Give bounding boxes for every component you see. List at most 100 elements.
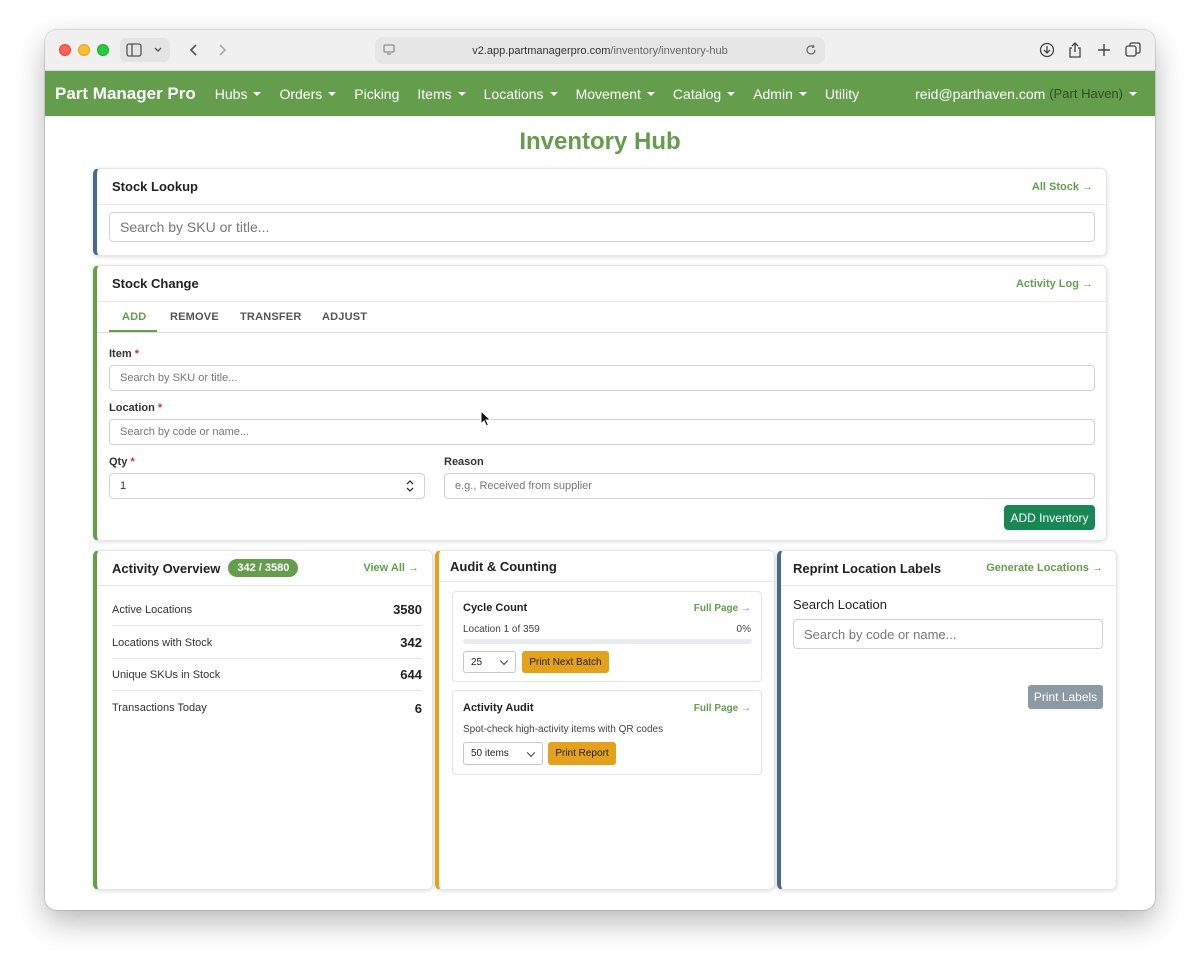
downloads-icon[interactable] (1035, 38, 1059, 62)
location-label-text: Location (109, 402, 155, 414)
generate-locations-link[interactable]: Generate Locations → (986, 562, 1103, 574)
reload-icon[interactable] (805, 44, 817, 59)
user-org: (Part Haven) (1049, 86, 1123, 101)
activity-audit-panel: Activity Audit Full Page → Spot-check hi… (452, 690, 762, 775)
qty-label-text: Qty (109, 456, 128, 468)
required-marker: * (130, 456, 135, 468)
reason-input[interactable] (444, 473, 1095, 499)
stock-change-title: Stock Change (112, 276, 199, 291)
tab-add[interactable]: ADD (122, 302, 146, 332)
nav-utility-label: Utility (824, 85, 860, 102)
stat-row: Locations with Stock 342 (112, 627, 422, 659)
batch-size-select[interactable]: 25 (463, 651, 516, 673)
stock-lookup-title: Stock Lookup (112, 179, 198, 194)
cycle-count-progress-bar (463, 639, 752, 644)
print-next-batch-button[interactable]: Print Next Batch (522, 651, 609, 673)
tab-overview-icon[interactable] (1121, 38, 1145, 62)
item-label-text: Item (109, 348, 132, 360)
item-search-input[interactable] (109, 365, 1095, 391)
tab-remove[interactable]: REMOVE (170, 302, 219, 332)
nav-locations[interactable]: Locations (475, 86, 567, 102)
item-count-value: 50 items (471, 748, 509, 759)
address-bar[interactable]: v2.app.partmanagerpro.com/inventory/inve… (375, 37, 825, 64)
nav-items-label: Items (417, 85, 452, 102)
nav-utility[interactable]: Utility (816, 86, 868, 102)
caret-down-icon (727, 91, 736, 96)
stepper-arrows-icon[interactable] (406, 480, 414, 495)
cycle-count-progress-text: Location 1 of 359 (463, 624, 540, 635)
url-host: v2.app.partmanagerpro.com (472, 44, 611, 57)
nav-picking-label: Picking (354, 85, 400, 102)
caret-down-icon (646, 91, 655, 96)
reprint-labels-header: Reprint Location Labels Generate Locatio… (781, 551, 1116, 586)
nav-hubs[interactable]: Hubs (206, 86, 271, 102)
add-inventory-button[interactable]: ADD Inventory (1004, 505, 1095, 530)
reprint-labels-card: Reprint Location Labels Generate Locatio… (777, 550, 1117, 890)
tab-transfer[interactable]: TRANSFER (240, 302, 302, 332)
nav-items[interactable]: Items (408, 86, 474, 102)
back-icon[interactable] (182, 38, 206, 62)
nav-admin[interactable]: Admin (744, 86, 816, 102)
site-settings-icon[interactable] (383, 43, 395, 58)
stat-value: 342 (400, 635, 422, 650)
print-report-button[interactable]: Print Report (548, 742, 616, 765)
share-icon[interactable] (1063, 38, 1087, 62)
activity-log-link[interactable]: Activity Log → (1016, 278, 1093, 290)
nav-catalog[interactable]: Catalog (664, 86, 744, 102)
batch-size-value: 25 (471, 656, 483, 668)
required-marker: * (134, 348, 139, 360)
main-navbar: Part Manager Pro Hubs Orders Picking Ite… (45, 71, 1155, 116)
browser-titlebar: v2.app.partmanagerpro.com/inventory/inve… (45, 30, 1155, 71)
audit-counting-title: Audit & Counting (450, 558, 557, 574)
cycle-count-full-page-link[interactable]: Full Page → (694, 603, 751, 614)
sidebar-toggle-group[interactable] (120, 38, 170, 62)
qty-stepper[interactable]: 1 (109, 473, 425, 499)
item-count-select[interactable]: 50 items (463, 742, 543, 765)
chevron-down-icon (146, 38, 170, 62)
activity-audit-full-page-link[interactable]: Full Page → (694, 703, 751, 714)
close-window-button[interactable] (59, 44, 71, 56)
new-tab-icon[interactable] (1092, 38, 1116, 62)
forward-icon[interactable] (210, 38, 234, 62)
stat-value: 6 (414, 700, 422, 716)
stock-change-tabs: ADD REMOVE TRANSFER ADJUST (97, 302, 1107, 333)
stat-value: 644 (400, 667, 422, 682)
qty-field-label: Qty * (109, 456, 135, 468)
cycle-count-progress-percent: 0% (736, 624, 751, 635)
nav-hubs-label: Hubs (214, 85, 248, 102)
brand-logo[interactable]: Part Manager Pro (55, 84, 196, 104)
stock-lookup-card: Stock Lookup All Stock → (93, 168, 1107, 256)
stat-row: Transactions Today 6 (112, 692, 422, 724)
caret-down-icon (457, 91, 466, 96)
stock-lookup-search-input[interactable] (109, 212, 1095, 242)
view-all-link[interactable]: View All → (363, 562, 419, 574)
zoom-window-button[interactable] (97, 44, 109, 56)
activity-overview-card: Activity Overview 342 / 3580 View All → … (93, 550, 433, 890)
browser-window: v2.app.partmanagerpro.com/inventory/inve… (45, 30, 1155, 910)
user-email: reid@parthaven.com (915, 85, 1046, 102)
nav-orders[interactable]: Orders (270, 86, 345, 102)
nav-picking[interactable]: Picking (345, 86, 408, 102)
search-location-input[interactable] (793, 619, 1103, 649)
chevron-down-icon (499, 656, 509, 666)
all-stock-link[interactable]: All Stock → (1032, 181, 1093, 193)
activity-overview-title-group: Activity Overview 342 / 3580 (112, 559, 299, 577)
location-search-input[interactable] (109, 419, 1095, 445)
tab-adjust[interactable]: ADJUST (322, 302, 367, 332)
print-labels-button[interactable]: Print Labels (1028, 685, 1103, 709)
user-menu[interactable]: reid@parthaven.com (Part Haven) (915, 86, 1137, 102)
caret-down-icon (328, 91, 337, 96)
url-path: /inventory/inventory-hub (610, 44, 728, 57)
audit-counting-card: Audit & Counting Cycle Count Full Page →… (435, 550, 775, 890)
page-title: Inventory Hub (519, 128, 681, 155)
nav-orders-label: Orders (279, 85, 323, 102)
sidebar-icon (122, 38, 146, 62)
stat-label: Transactions Today (112, 702, 207, 714)
required-marker: * (157, 402, 163, 414)
mouse-cursor-icon (480, 409, 492, 432)
nav-movement[interactable]: Movement (567, 86, 664, 102)
minimize-window-button[interactable] (78, 44, 90, 56)
activity-overview-header: Activity Overview 342 / 3580 View All → (97, 551, 432, 586)
stat-row: Active Locations 3580 (112, 594, 422, 626)
search-location-label: Search Location (793, 597, 887, 612)
